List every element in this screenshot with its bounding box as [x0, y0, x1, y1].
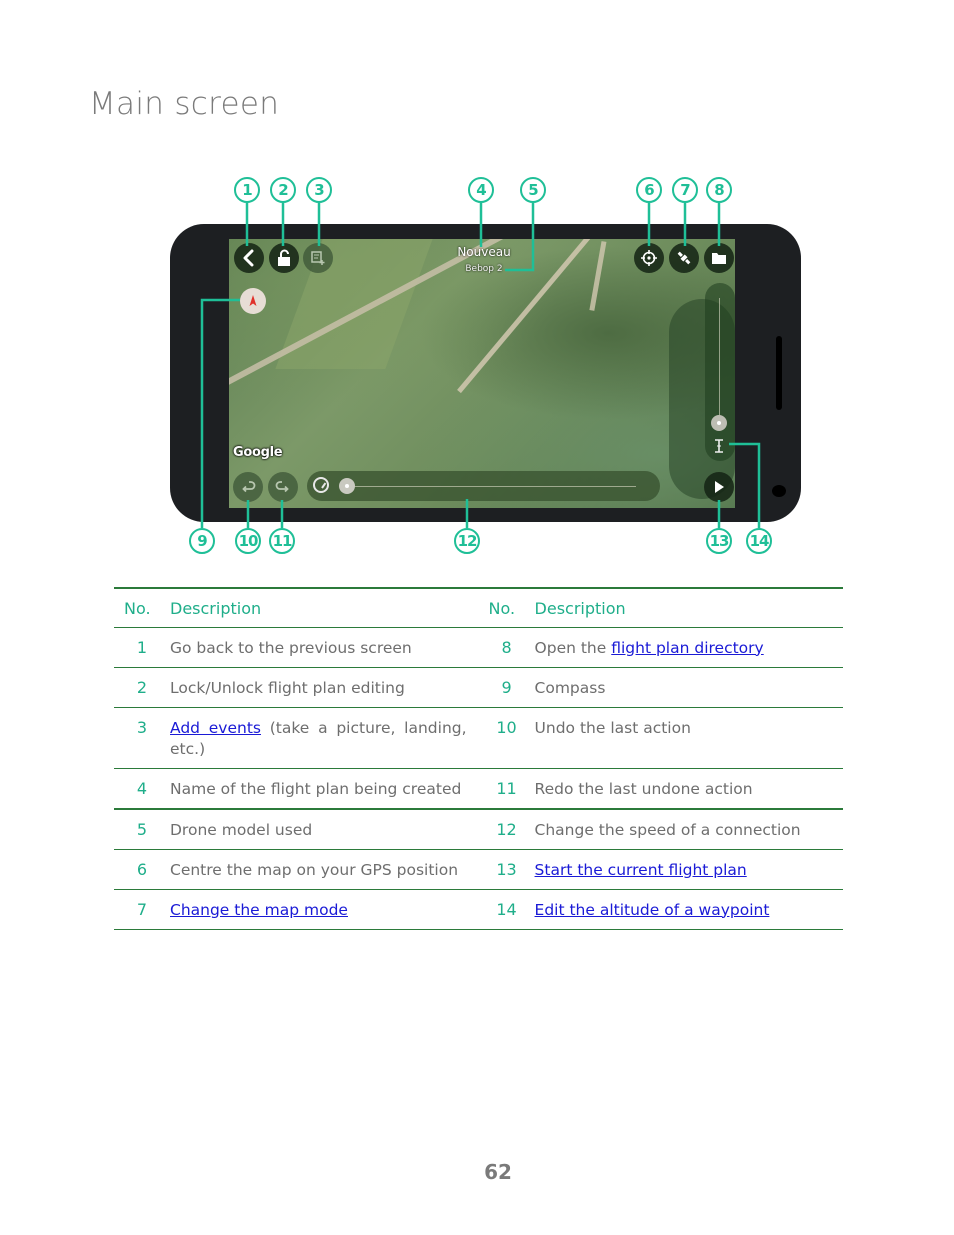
add-events-link[interactable]: Add events — [170, 719, 261, 737]
item-number: 6 — [136, 859, 148, 879]
item-description: Change the speed of a connection — [534, 820, 801, 839]
item-description: Drone model used — [170, 820, 313, 839]
item-description: Open the flight plan directory — [534, 638, 764, 657]
item-description: Name of the flight plan being created — [170, 779, 462, 798]
callout-6: 6 — [636, 177, 662, 203]
table-row: 2 Lock/Unlock flight plan editing 9 Comp… — [114, 667, 843, 707]
callout-4: 4 — [468, 177, 494, 203]
item-description: Centre the map on your GPS position — [170, 860, 459, 879]
callout-7: 7 — [672, 177, 698, 203]
item-description: Add events (take a picture, landing, etc… — [170, 718, 467, 758]
item-number: 8 — [501, 637, 512, 657]
callout-8: 8 — [706, 177, 732, 203]
item-description: Lock/Unlock flight plan editing — [170, 678, 405, 697]
item-number: 12 — [496, 819, 517, 839]
item-number: 7 — [136, 899, 148, 919]
item-description: Redo the last undone action — [534, 779, 753, 798]
item-description: Start the current flight plan — [535, 849, 843, 889]
item-number: 3 — [136, 717, 148, 737]
change-map-mode-link[interactable]: Change the map mode — [170, 901, 348, 919]
table-row: 6 Centre the map on your GPS position 13… — [114, 849, 843, 889]
page-number: 62 — [484, 1160, 512, 1184]
callout-14: 14 — [746, 528, 772, 554]
item-description: Compass — [534, 678, 606, 697]
header-no: No. — [124, 599, 151, 618]
item-number: 10 — [496, 717, 517, 737]
item-number: 4 — [136, 778, 148, 798]
table-row: 3 Add events (take a picture, landing, e… — [114, 707, 843, 768]
callout-5: 5 — [520, 177, 546, 203]
callout-1: 1 — [234, 177, 260, 203]
item-number: 11 — [496, 778, 517, 798]
callout-12: 12 — [454, 528, 480, 554]
table-row: 7 Change the map mode 14 Edit the altitu… — [114, 889, 843, 929]
description-table: No. Description No. Description 1 Go bac… — [114, 587, 843, 930]
item-description: Edit the altitude of a waypoint — [535, 889, 843, 929]
edit-waypoint-altitude-link[interactable]: Edit the altitude of a waypoint — [535, 901, 770, 919]
callout-lines — [200, 203, 761, 528]
callout-13: 13 — [706, 528, 732, 554]
item-number: 1 — [136, 637, 148, 657]
table-row: 4 Name of the flight plan being created … — [114, 768, 843, 809]
callout-3: 3 — [306, 177, 332, 203]
item-number: 2 — [136, 677, 148, 697]
header-description: Description — [170, 599, 262, 618]
item-number: 14 — [496, 899, 517, 919]
item-description: Change the map mode — [170, 889, 479, 929]
callout-2: 2 — [270, 177, 296, 203]
callout-10: 10 — [235, 528, 261, 554]
header-description: Description — [534, 599, 626, 618]
callout-11: 11 — [269, 528, 295, 554]
header-no: No. — [488, 599, 516, 618]
item-number: 5 — [136, 819, 148, 839]
table-row: 1 Go back to the previous screen 8 Open … — [114, 627, 843, 667]
table-row: 5 Drone model used 12 Change the speed o… — [114, 809, 843, 849]
start-flight-plan-link[interactable]: Start the current flight plan — [535, 861, 747, 879]
callout-9: 9 — [189, 528, 215, 554]
item-description: Undo the last action — [534, 718, 691, 737]
item-number: 13 — [496, 859, 517, 879]
main-screen-figure: Nouveau Bebop 2 Google 1 2 3 4 5 6 7 8 9… — [0, 0, 954, 580]
item-number: 9 — [501, 677, 512, 697]
item-description: Go back to the previous screen — [170, 638, 412, 657]
flight-plan-directory-link[interactable]: flight plan directory — [611, 639, 763, 657]
table-header-row: No. Description No. Description — [114, 588, 843, 627]
